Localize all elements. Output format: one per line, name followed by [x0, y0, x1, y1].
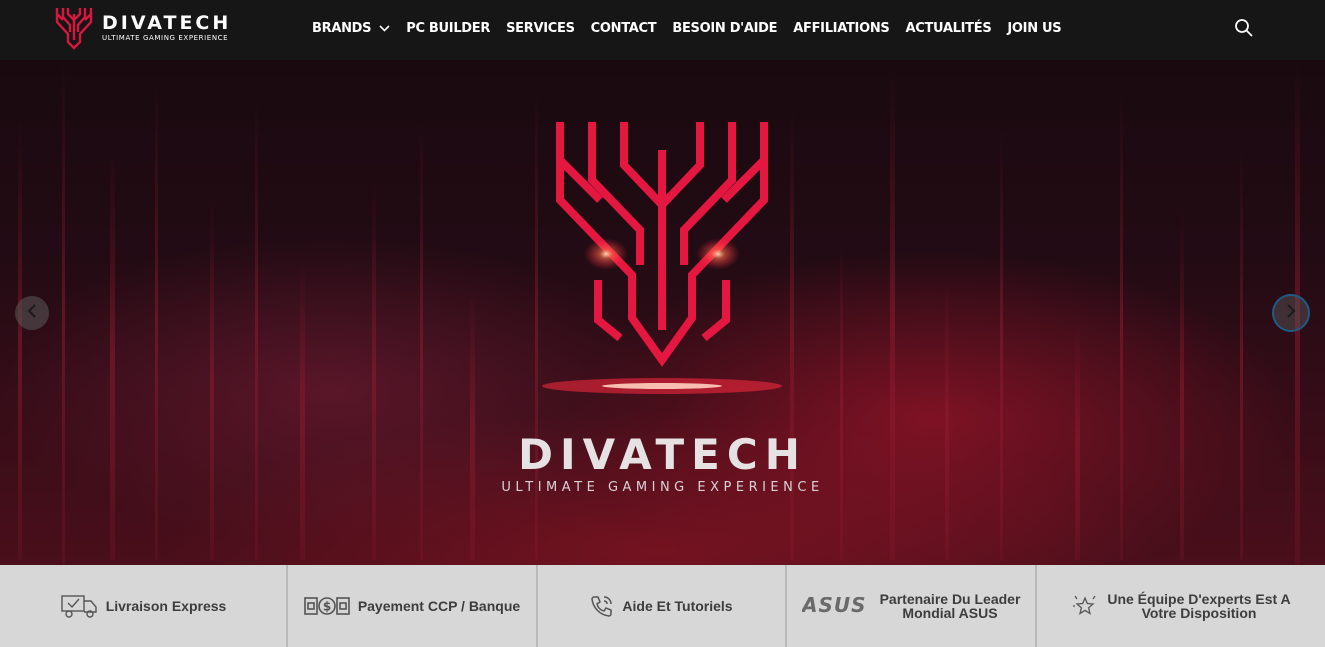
feature-livraison-express[interactable]: Livraison Express [0, 565, 288, 647]
hero-title: DIVATECH [518, 430, 807, 479]
site-logo[interactable]: DIVATECH ULTIMATE GAMING EXPERIENCE [54, 4, 231, 52]
nav-item-affiliations[interactable]: AFFILIATIONS [793, 20, 890, 36]
feature-label-line: Mondial ASUS [902, 605, 998, 621]
feature-payement[interactable]: $ Payement CCP / Banque [288, 565, 538, 647]
nav-item-pc-builder[interactable]: PC BUILDER [406, 21, 490, 36]
svg-text:ASUS: ASUS [802, 597, 867, 615]
feature-label-line: Votre Disposition [1141, 605, 1257, 621]
hero-slider: DIVATECH ULTIMATE GAMING EXPERIENCE [0, 60, 1325, 565]
nav-item-label: JOIN US [1007, 20, 1062, 36]
hero-subtitle: ULTIMATE GAMING EXPERIENCE [501, 480, 824, 495]
slider-prev-button[interactable] [15, 296, 49, 330]
logo-tagline: ULTIMATE GAMING EXPERIENCE [102, 34, 229, 42]
main-nav: BRANDS PC BUILDER SERVICES CONTACT BESOI… [312, 0, 1077, 56]
feature-partenaire-asus[interactable]: ASUS Partenaire Du Leader Mondial ASUS [787, 565, 1037, 647]
search-icon[interactable] [1234, 18, 1254, 38]
feature-label: Livraison Express [106, 599, 227, 613]
nav-item-label: SERVICES [506, 20, 575, 36]
star-icon [1071, 592, 1099, 620]
nav-item-label: CONTACT [590, 20, 657, 36]
svg-text:$: $ [323, 600, 331, 614]
nav-item-services[interactable]: SERVICES [506, 21, 575, 36]
feature-label: Partenaire Du Leader Mondial ASUS [880, 592, 1021, 620]
feature-label-line: Livraison Express [105, 598, 227, 614]
chevron-right-icon [1285, 303, 1297, 324]
chevron-left-icon [26, 303, 38, 324]
banknote-icon: $ [304, 596, 350, 616]
top-navigation-bar: DIVATECH ULTIMATE GAMING EXPERIENCE BRAN… [0, 0, 1325, 60]
feature-aide-tutoriels[interactable]: Aide Et Tutoriels [538, 565, 787, 647]
feature-label: Payement CCP / Banque [358, 599, 520, 613]
slider-next-button[interactable] [1274, 296, 1308, 330]
nav-item-actualites[interactable]: ACTUALITÉS [905, 21, 991, 36]
feature-label-line: Aide Et Tutoriels [622, 598, 733, 614]
nav-item-label: BESOIN D'AIDE [672, 20, 778, 36]
feature-label-line: Payement CCP / Banque [357, 598, 521, 614]
logo-name: DIVATECH [102, 12, 232, 34]
divatech-emblem-icon [55, 8, 93, 50]
nav-item-label: BRANDS [312, 20, 372, 36]
nav-item-contact[interactable]: CONTACT [591, 21, 657, 36]
nav-item-brands[interactable]: BRANDS [312, 21, 390, 36]
asus-logo: ASUS [802, 597, 872, 615]
features-bar: Livraison Express $ Payement CCP / Banqu… [0, 565, 1325, 647]
chevron-down-icon [379, 21, 390, 36]
nav-item-join-us[interactable]: JOIN US [1007, 21, 1061, 36]
nav-item-label: ACTUALITÉS [905, 20, 992, 36]
phone-icon [590, 594, 614, 618]
delivery-truck-icon [60, 593, 98, 619]
feature-equipe-experts[interactable]: Une Équipe D'experts Est A Votre Disposi… [1037, 565, 1325, 647]
nav-item-label: AFFILIATIONS [793, 20, 890, 36]
nav-item-besoin-daide[interactable]: BESOIN D'AIDE [672, 21, 777, 36]
feature-label: Aide Et Tutoriels [622, 599, 732, 613]
nav-item-label: PC BUILDER [406, 20, 491, 36]
feature-label: Une Équipe D'experts Est A Votre Disposi… [1107, 592, 1290, 620]
